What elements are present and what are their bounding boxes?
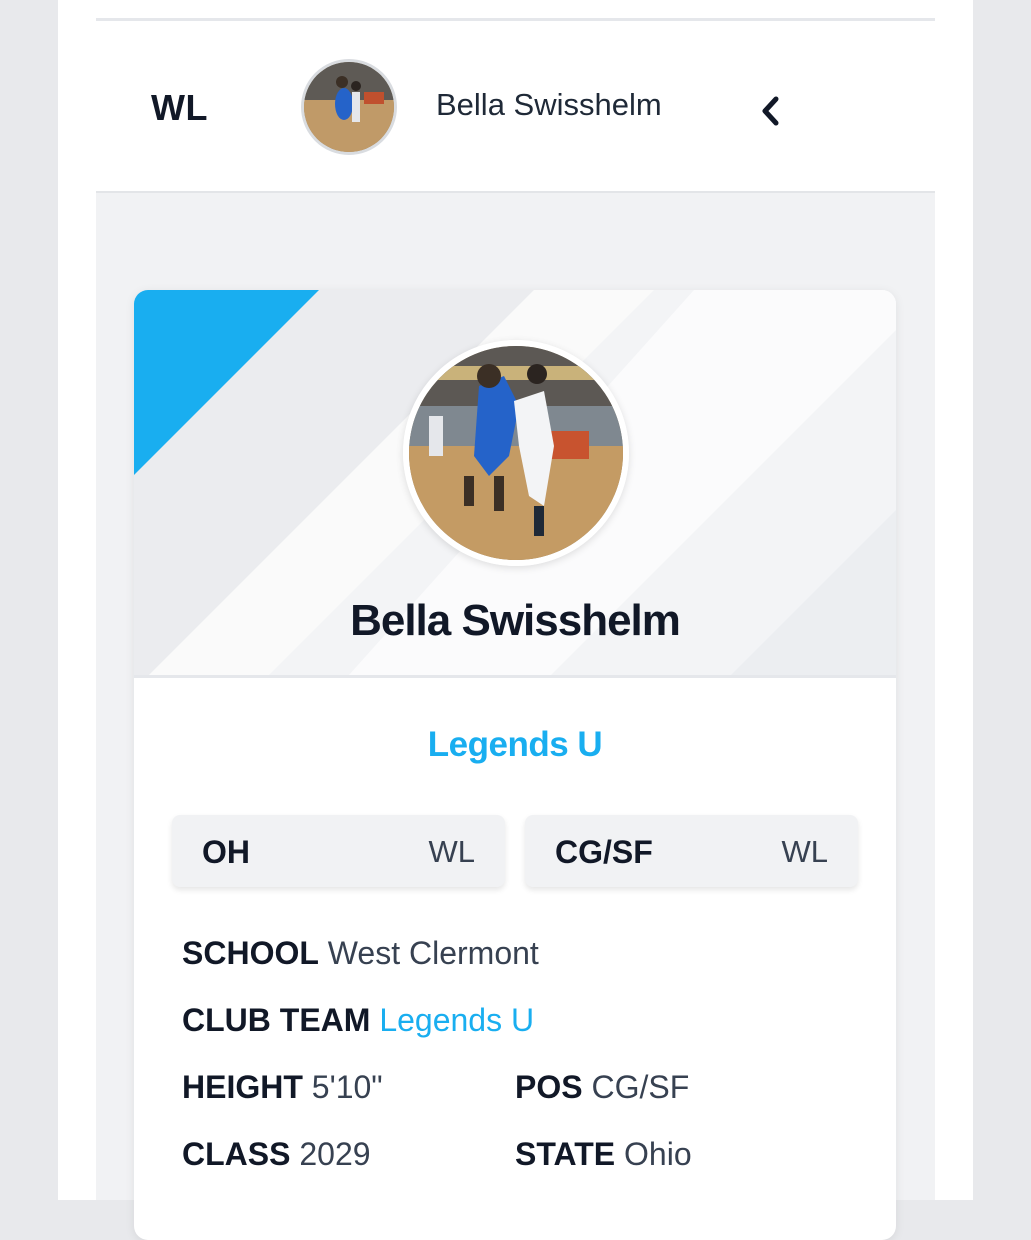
chip-value: WL (781, 834, 829, 869)
app-header: WL Bella Swisshelm (96, 21, 935, 193)
player-banner: Bella Swisshelm (134, 290, 896, 678)
profile-page: WL Bella Swisshelm Bella Swisshelm Legen… (58, 0, 973, 1240)
chip-value: WL (428, 834, 476, 869)
profile-avatar[interactable] (403, 340, 629, 566)
height-value: 5'10" (311, 1069, 383, 1105)
class-value: 2029 (299, 1136, 371, 1172)
wl-logo[interactable]: WL (151, 87, 208, 129)
class-row: CLASS 2029 (182, 1136, 371, 1173)
team-link[interactable]: Legends U (134, 725, 896, 765)
state-ranking-chip[interactable]: OH WL (172, 815, 505, 887)
pos-value: CG/SF (591, 1069, 690, 1105)
club-team-link[interactable]: Legends U (379, 1002, 534, 1038)
player-card: Bella Swisshelm Legends U OH WL CG/SF WL… (134, 290, 896, 1240)
pos-row: POS CG/SF (515, 1069, 689, 1106)
height-label: HEIGHT (182, 1069, 303, 1105)
school-label: SCHOOL (182, 935, 319, 971)
school-value: West Clermont (327, 935, 539, 971)
player-name: Bella Swisshelm (350, 596, 681, 645)
pos-label: POS (515, 1069, 583, 1105)
club-team-row: CLUB TEAM Legends U (182, 1002, 534, 1039)
state-label: STATE (515, 1136, 616, 1172)
header-avatar[interactable] (301, 59, 397, 155)
player-photo (409, 346, 623, 560)
school-row: SCHOOL West Clermont (182, 935, 539, 972)
chip-label: CG/SF (555, 834, 653, 870)
class-label: CLASS (182, 1136, 291, 1172)
position-ranking-chip[interactable]: CG/SF WL (525, 815, 858, 887)
header-player-name: Bella Swisshelm (436, 87, 662, 122)
state-row: STATE Ohio (515, 1136, 692, 1173)
height-row: HEIGHT 5'10" (182, 1069, 383, 1106)
chip-label: OH (202, 834, 250, 870)
state-value: Ohio (624, 1136, 692, 1172)
chevron-left-icon[interactable] (756, 93, 786, 129)
profile-content: Bella Swisshelm Legends U OH WL CG/SF WL… (96, 193, 935, 1240)
player-photo-thumbnail (304, 62, 394, 152)
club-team-label: CLUB TEAM (182, 1002, 371, 1038)
